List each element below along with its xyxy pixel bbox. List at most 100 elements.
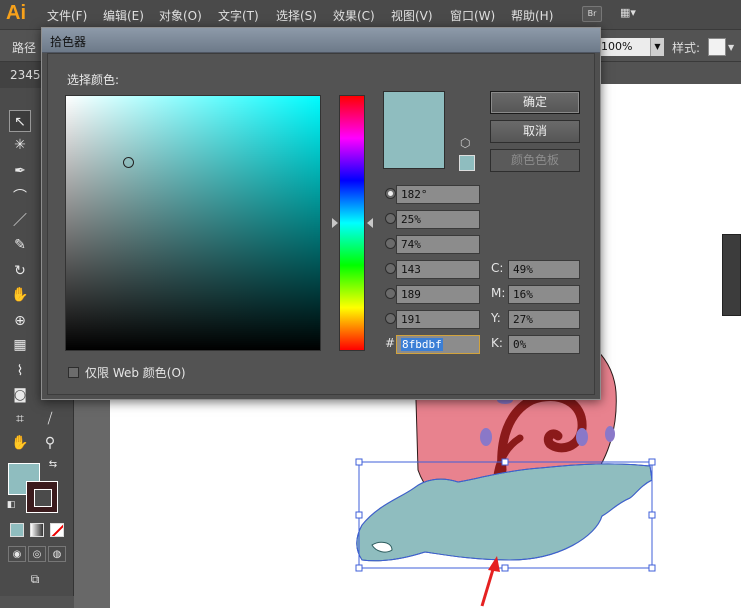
workspace-switcher-icon[interactable]: ▦▾ bbox=[620, 6, 650, 22]
menu-select[interactable]: 选择(S) bbox=[276, 7, 317, 24]
document-tab[interactable]: 2345 bbox=[10, 68, 41, 82]
opacity-field[interactable]: 100% ▼ bbox=[598, 38, 664, 56]
brightness-radio[interactable] bbox=[385, 238, 396, 249]
saturation-radio[interactable] bbox=[385, 213, 396, 224]
chevron-down-icon[interactable]: ▼ bbox=[650, 38, 664, 56]
hue-value: 182° bbox=[401, 188, 428, 201]
blue-field[interactable]: 191 bbox=[396, 310, 480, 329]
green-field[interactable]: 189 bbox=[396, 285, 480, 304]
slice-tool-icon[interactable]: ⧸ bbox=[39, 408, 61, 430]
menu-type[interactable]: 文字(T) bbox=[218, 7, 259, 24]
menu-bar: Ai 文件(F) 编辑(E) 对象(O) 文字(T) 选择(S) 效果(C) 视… bbox=[0, 0, 741, 30]
green-radio[interactable] bbox=[385, 288, 396, 299]
menu-view[interactable]: 视图(V) bbox=[391, 7, 433, 24]
menu-window[interactable]: 窗口(W) bbox=[450, 7, 495, 24]
hue-radio[interactable] bbox=[385, 188, 396, 199]
blob-brush-tool-icon[interactable]: ✎ bbox=[9, 234, 31, 256]
saturation-field[interactable]: 25% bbox=[396, 210, 480, 229]
annotation-arrow bbox=[480, 565, 496, 607]
shell-spot bbox=[605, 426, 615, 442]
color-field-cursor[interactable] bbox=[123, 157, 134, 168]
selection-handle bbox=[648, 511, 656, 519]
saturation-brightness-field[interactable] bbox=[65, 95, 321, 351]
web-colors-only-label: 仅限 Web 颜色(O) bbox=[85, 366, 186, 380]
hand-tool-icon[interactable]: ✋ bbox=[9, 432, 31, 454]
stroke-color-swatch[interactable] bbox=[26, 481, 58, 513]
selection-tool-icon[interactable]: ↖ bbox=[9, 110, 31, 132]
menu-object[interactable]: 对象(O) bbox=[159, 7, 202, 24]
yellow-label: Y: bbox=[491, 311, 501, 325]
selection-handle bbox=[355, 458, 363, 466]
saturation-value: 25% bbox=[401, 213, 421, 226]
black-field[interactable]: 0% bbox=[508, 335, 580, 354]
cyan-field[interactable]: 49% bbox=[508, 260, 580, 279]
draw-normal-icon[interactable]: ◉ bbox=[8, 546, 26, 562]
dialog-titlebar[interactable]: 拾色器 bbox=[42, 28, 600, 53]
screen-mode-icon[interactable]: ⧉ bbox=[22, 570, 48, 588]
brush-tool-icon[interactable]: ／ bbox=[9, 210, 31, 232]
mesh-tool-icon[interactable]: ▦ bbox=[9, 334, 31, 356]
collapsed-panel-dock[interactable] bbox=[722, 234, 741, 316]
rotate-tool-icon[interactable]: ↻ bbox=[9, 260, 31, 282]
hex-value: 8fbdbf bbox=[401, 338, 443, 351]
yellow-value: 27% bbox=[513, 313, 533, 326]
dialog-body: 选择颜色: ⬡ 确定 取消 颜色色板 高: 182° S: 25% B: 74%… bbox=[47, 53, 595, 395]
opacity-value: 100% bbox=[601, 40, 633, 53]
selection-handle bbox=[501, 458, 509, 466]
brightness-field[interactable]: 74% bbox=[396, 235, 480, 254]
style-swatch[interactable] bbox=[708, 38, 726, 56]
color-mode-icon[interactable] bbox=[10, 523, 24, 537]
chevron-down-icon[interactable]: ▼ bbox=[728, 43, 734, 52]
none-mode-icon[interactable] bbox=[50, 523, 64, 537]
bridge-button[interactable]: Br bbox=[582, 6, 602, 22]
artboard-tool-icon[interactable]: ⌗ bbox=[9, 408, 31, 430]
blue-radio[interactable] bbox=[385, 313, 396, 324]
select-color-label: 选择颜色: bbox=[67, 73, 120, 87]
dialog-title: 拾色器 bbox=[50, 35, 87, 49]
selection-handle bbox=[355, 511, 363, 519]
gradient-mode-icon[interactable] bbox=[30, 523, 44, 537]
out-of-gamut-cube-icon[interactable]: ⬡ bbox=[460, 136, 470, 150]
ok-button[interactable]: 确定 bbox=[490, 91, 580, 114]
cancel-button[interactable]: 取消 bbox=[490, 120, 580, 143]
blue-value: 191 bbox=[401, 313, 421, 326]
web-colors-only-checkbox[interactable] bbox=[68, 367, 79, 378]
default-colors-icon[interactable]: ◧ bbox=[4, 498, 18, 512]
selection-handle bbox=[648, 458, 656, 466]
color-swatches-button[interactable]: 颜色色板 bbox=[490, 149, 580, 172]
pen-tool-icon[interactable]: ✒ bbox=[9, 160, 31, 182]
style-label: 样式: bbox=[672, 41, 701, 55]
brightness-value: 74% bbox=[401, 238, 421, 251]
symbol-sprayer-tool-icon[interactable]: ◙ bbox=[9, 384, 31, 406]
black-value: 0% bbox=[513, 338, 527, 351]
curvature-tool-icon[interactable]: ⌒ bbox=[9, 186, 31, 208]
hue-field[interactable]: 182° bbox=[396, 185, 480, 204]
green-value: 189 bbox=[401, 288, 421, 301]
selection-handle bbox=[501, 564, 509, 572]
magic-wand-tool-icon[interactable]: ✳ bbox=[9, 134, 31, 156]
hue-slider[interactable] bbox=[339, 95, 365, 351]
eyedropper-tool-icon[interactable]: ⌇ bbox=[9, 360, 31, 382]
web-safe-color-swatch[interactable] bbox=[459, 155, 475, 171]
zoom-tool-icon[interactable]: ⚲ bbox=[39, 432, 61, 454]
draw-behind-icon[interactable]: ◎ bbox=[28, 546, 46, 562]
new-color-preview bbox=[383, 91, 445, 169]
menu-edit[interactable]: 编辑(E) bbox=[103, 7, 144, 24]
red-field[interactable]: 143 bbox=[396, 260, 480, 279]
red-radio[interactable] bbox=[385, 263, 396, 274]
shell-spot bbox=[576, 428, 588, 446]
shape-builder-tool-icon[interactable]: ⊕ bbox=[9, 310, 31, 332]
hex-field[interactable]: 8fbdbf bbox=[396, 335, 480, 354]
menu-file[interactable]: 文件(F) bbox=[47, 7, 87, 24]
shell-spot bbox=[480, 428, 492, 446]
menu-effect[interactable]: 效果(C) bbox=[333, 7, 375, 24]
hue-slider-left-arrow-icon[interactable] bbox=[332, 218, 338, 228]
draw-inside-icon[interactable]: ◍ bbox=[48, 546, 66, 562]
magenta-field[interactable]: 16% bbox=[508, 285, 580, 304]
hue-slider-right-arrow-icon[interactable] bbox=[367, 218, 373, 228]
menu-help[interactable]: 帮助(H) bbox=[511, 7, 553, 24]
yellow-field[interactable]: 27% bbox=[508, 310, 580, 329]
warp-tool-icon[interactable]: ✋ bbox=[9, 284, 31, 306]
selection-handle bbox=[648, 564, 656, 572]
swap-colors-icon[interactable]: ⇆ bbox=[46, 458, 60, 472]
